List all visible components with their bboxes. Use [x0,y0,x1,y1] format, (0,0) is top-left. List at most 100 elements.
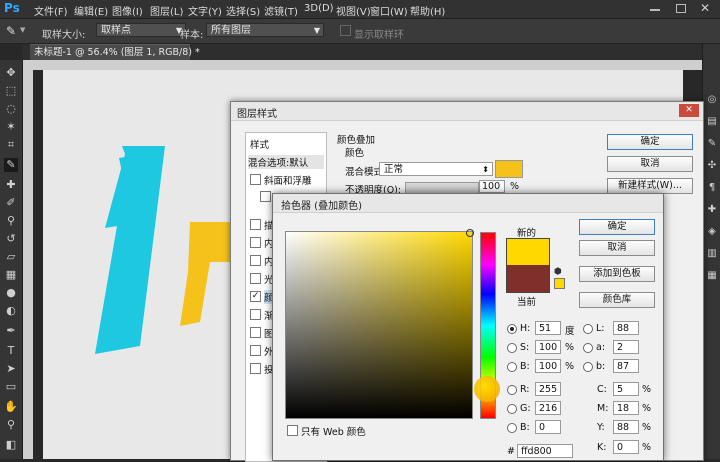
pattern-overlay-checkbox[interactable] [250,327,261,338]
brightness-radio[interactable] [507,362,517,372]
crop-tool-icon[interactable]: ⌗ [4,138,18,152]
menu-type[interactable]: 文字(Y) [188,3,222,18]
healing-brush-tool-icon[interactable]: ✚ [4,178,18,192]
blur-tool-icon[interactable]: ● [4,286,18,300]
red-radio[interactable] [507,385,517,395]
ok-button[interactable]: 确定 [607,134,693,150]
magenta-input[interactable]: 18 [613,401,639,415]
menu-select[interactable]: 选择(S) [226,3,260,18]
chevron-down-icon[interactable]: ▼ [20,26,25,34]
overlay-color-swatch[interactable] [495,160,523,178]
close-icon[interactable]: ✕ [679,104,699,117]
eyedropper-tool-icon[interactable]: ✎ [6,24,16,38]
eraser-tool-icon[interactable]: ▱ [4,250,18,264]
menu-window[interactable]: 窗口(W) [370,3,408,18]
blue-input[interactable]: 0 [535,420,561,434]
menu-layer[interactable]: 图层(L) [150,3,183,18]
zoom-tool-icon[interactable]: ⚲ [4,418,18,432]
lab-b-radio[interactable] [583,362,593,372]
color-picker-titlebar[interactable]: 拾色器 (叠加颜色) [273,194,663,213]
brush-tool-icon[interactable]: ✐ [4,196,18,210]
color-field-marker[interactable] [466,229,474,237]
channels-icon[interactable]: ▥ [706,248,718,260]
lab-a-input[interactable]: 2 [613,340,639,354]
menu-edit[interactable]: 编辑(E) [74,3,108,18]
style-bevel[interactable]: 斜面和浮雕 [264,173,312,187]
brightness-input[interactable]: 100 [535,359,561,373]
current-color-swatch[interactable] [506,265,550,293]
clone-stamp-tool-icon[interactable]: ⚲ [4,214,18,228]
lab-a-radio[interactable] [583,343,593,353]
black-input[interactable]: 0 [613,440,639,454]
color-swatches-icon[interactable]: ◧ [4,438,18,452]
document-tab[interactable]: 未标题-1 @ 56.4% (图层 1, RGB/8) * [30,44,200,60]
layers-icon[interactable]: ◈ [706,226,718,238]
close-icon[interactable]: ✕ [700,1,710,15]
saturation-radio[interactable] [507,343,517,353]
web-safe-swatch[interactable] [554,278,565,289]
minimize-icon[interactable] [650,9,660,11]
panel-icon[interactable]: ▤ [706,116,718,128]
menu-file[interactable]: 文件(F) [34,3,68,18]
green-radio[interactable] [507,404,517,414]
eyedropper-tool-icon[interactable]: ✎ [4,158,18,172]
add-to-swatches-button[interactable]: 添加到色板 [579,266,655,282]
lab-b-input[interactable]: 87 [613,359,639,373]
show-ring-checkbox[interactable] [340,25,351,36]
color-overlay-checkbox[interactable]: ✓ [250,291,261,302]
path-selection-tool-icon[interactable]: ➤ [4,362,18,376]
inner-glow-checkbox[interactable] [250,255,261,266]
cancel-button[interactable]: 取消 [607,156,693,172]
3d-icon[interactable]: ✚ [706,204,718,216]
red-input[interactable]: 255 [535,382,561,396]
menu-3d[interactable]: 3D(D) [304,3,334,14]
lasso-tool-icon[interactable]: ◌ [4,102,18,116]
circle-icon[interactable]: ◎ [706,94,718,106]
blend-mode-select[interactable]: 正常 ⬍ [379,162,493,176]
cube-icon[interactable]: ⬢ [554,267,562,277]
drop-shadow-checkbox[interactable] [250,363,261,374]
adjust-icon[interactable]: ✣ [706,160,718,172]
lab-l-input[interactable]: 88 [613,321,639,335]
blue-radio[interactable] [507,423,517,433]
shape-tool-icon[interactable]: ▭ [4,380,18,394]
paragraph-icon[interactable]: ¶ [706,182,718,194]
web-colors-only-checkbox[interactable] [287,425,298,436]
paths-icon[interactable]: ▦ [706,270,718,282]
color-field[interactable] [285,231,473,419]
saturation-input[interactable]: 100 [535,340,561,354]
lab-l-radio[interactable] [583,324,593,334]
bevel-checkbox[interactable] [250,174,261,185]
opacity-input[interactable]: 100 [479,180,505,193]
dodge-tool-icon[interactable]: ◐ [4,304,18,318]
menu-filter[interactable]: 滤镜(T) [264,3,298,18]
menu-help[interactable]: 帮助(H) [410,3,445,18]
picker-cancel-button[interactable]: 取消 [579,240,655,256]
gradient-overlay-checkbox[interactable] [250,309,261,320]
maximize-icon[interactable] [676,4,686,13]
style-list-header[interactable]: 样式 [250,137,269,151]
sample-size-select[interactable]: 取样点 ▼ [96,23,186,37]
picker-ok-button[interactable]: 确定 [579,219,655,235]
pen-tool-icon[interactable]: ✒ [4,324,18,338]
brush-panel-icon[interactable]: ✎ [706,138,718,150]
marquee-tool-icon[interactable]: ⬚ [4,84,18,98]
green-input[interactable]: 216 [535,401,561,415]
color-libraries-button[interactable]: 颜色库 [579,292,655,308]
sample-select[interactable]: 所有图层 ▼ [206,23,324,37]
hue-slider-handle[interactable] [474,376,500,402]
stroke-checkbox[interactable] [250,219,261,230]
hex-input[interactable]: ffd800 [517,444,573,458]
contour-checkbox[interactable] [260,191,271,202]
satin-checkbox[interactable] [250,273,261,284]
layer-style-titlebar[interactable]: 图层样式 ✕ [231,102,703,121]
outer-glow-checkbox[interactable] [250,345,261,356]
style-blend-options[interactable]: 混合选项:默认 [248,155,324,169]
magic-wand-tool-icon[interactable]: ✶ [4,120,18,134]
type-tool-icon[interactable]: T [4,344,18,358]
move-tool-icon[interactable]: ✥ [4,66,18,80]
yellow-input[interactable]: 88 [613,420,639,434]
new-style-button[interactable]: 新建样式(W)... [607,178,693,194]
gradient-tool-icon[interactable]: ▦ [4,268,18,282]
hue-radio[interactable] [507,324,517,334]
